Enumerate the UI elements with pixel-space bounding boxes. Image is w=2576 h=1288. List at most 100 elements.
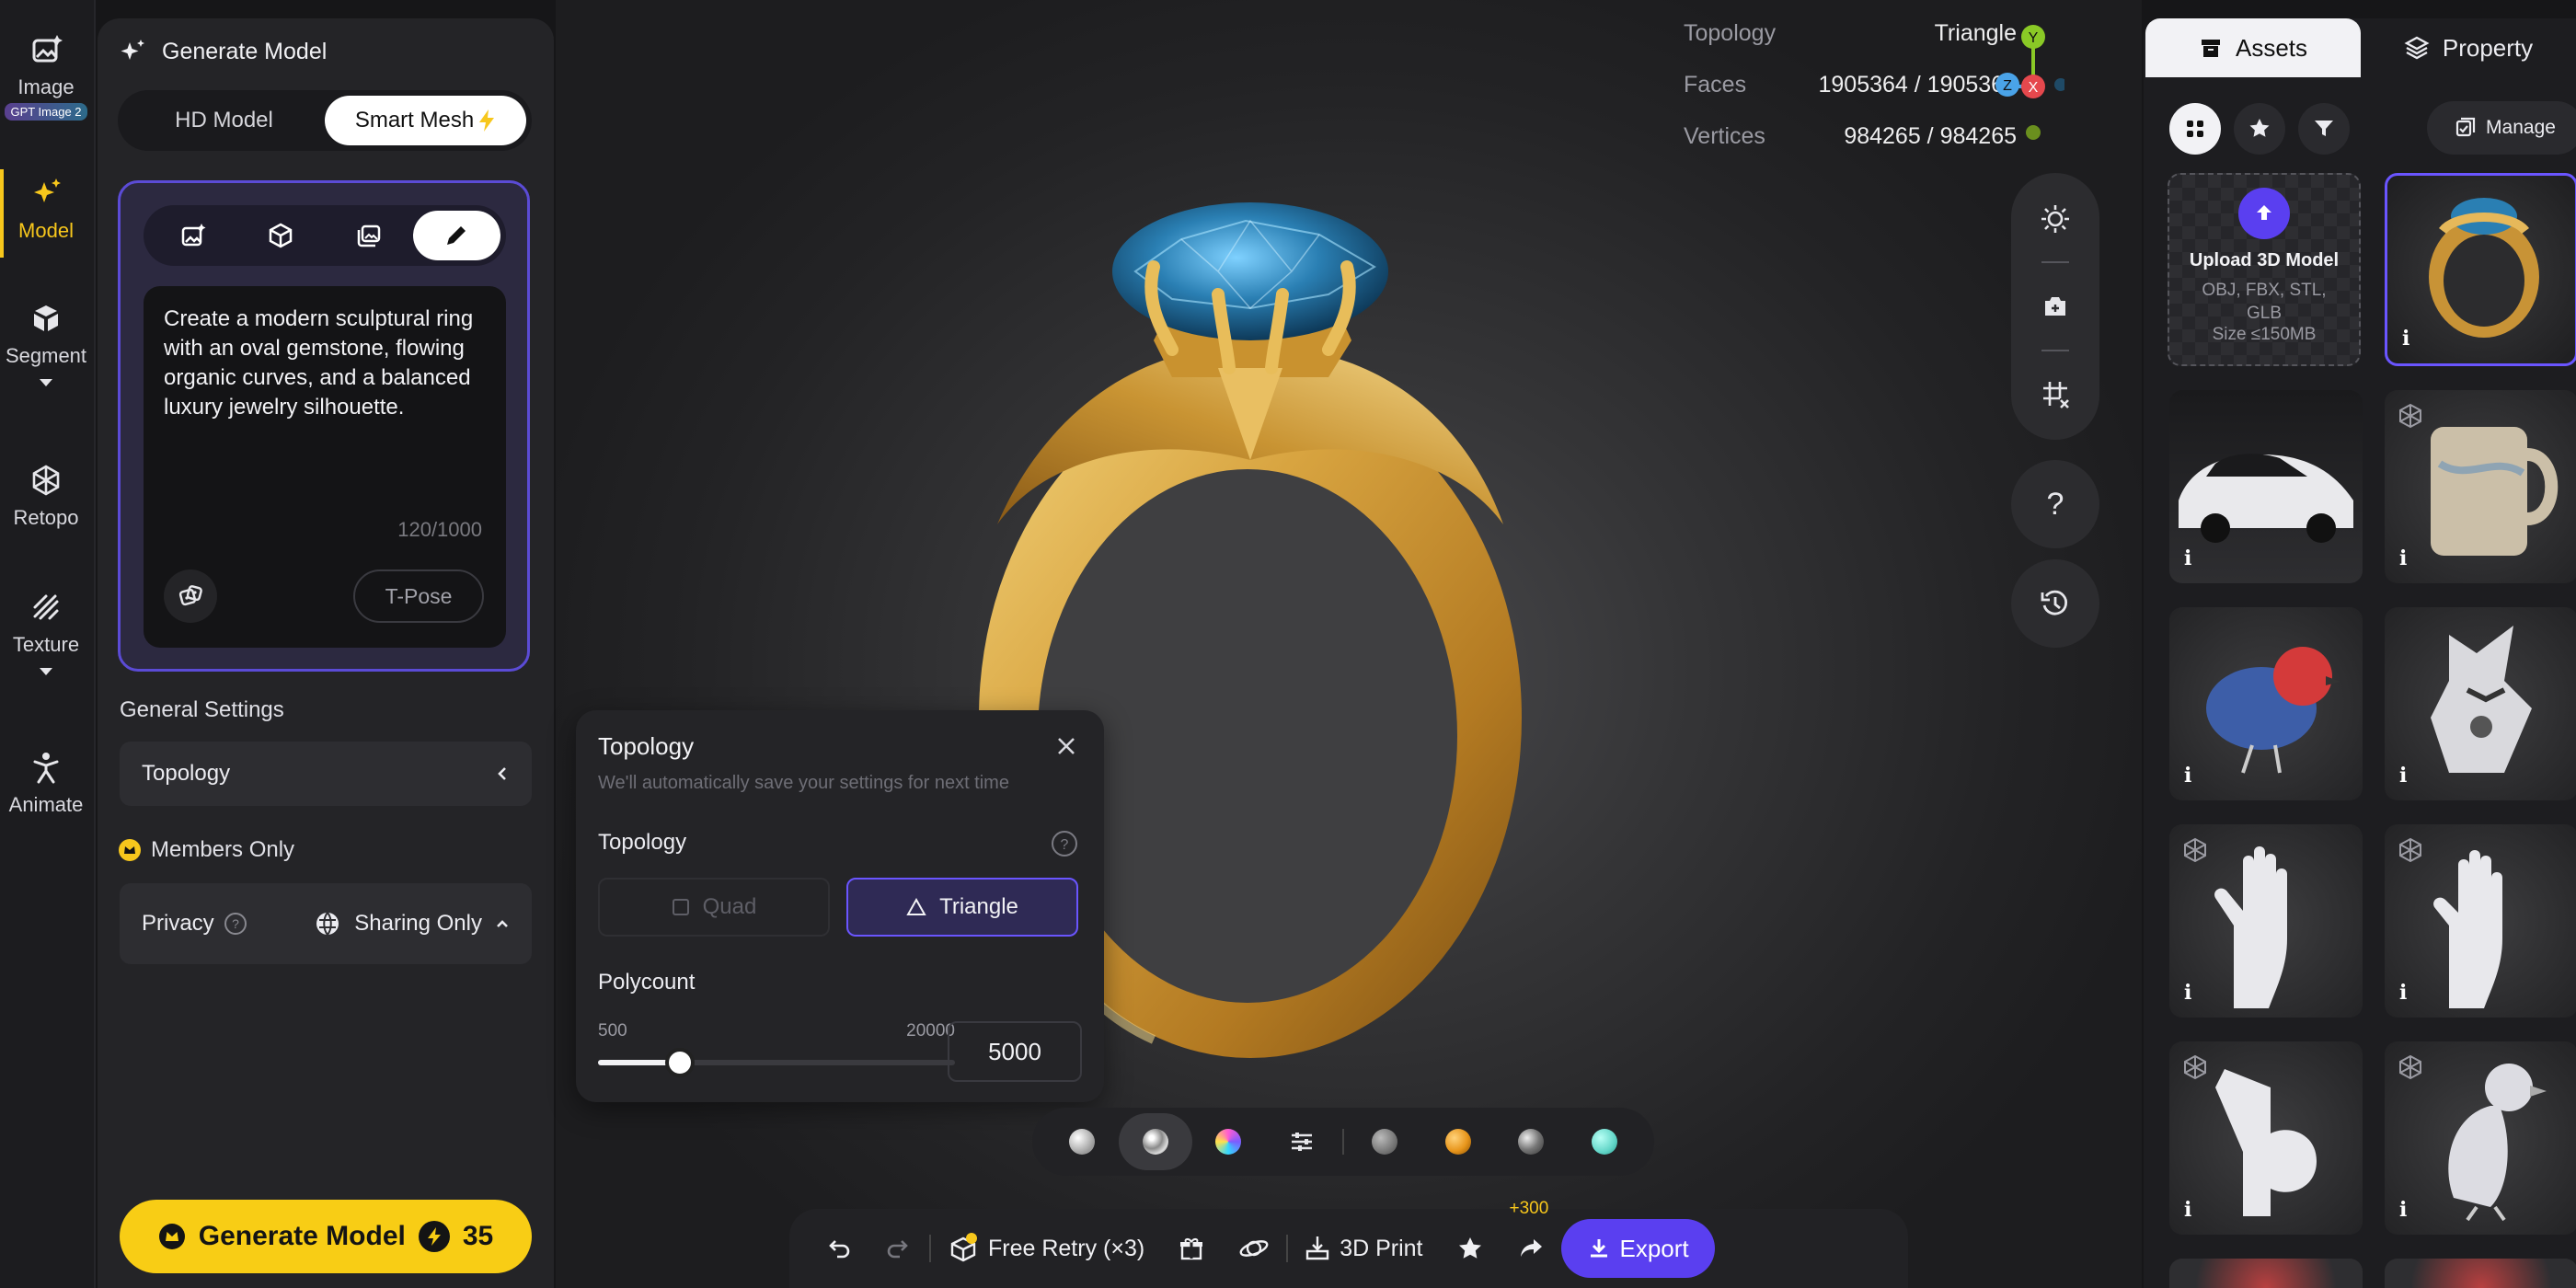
info-icon[interactable]: i <box>2399 546 2407 570</box>
gift-button[interactable] <box>1161 1219 1222 1278</box>
prompt-text[interactable]: Create a modern sculptural ring with an … <box>164 305 486 422</box>
close-icon[interactable] <box>1054 734 1078 758</box>
help-icon[interactable]: ? <box>1051 830 1078 857</box>
triangle-option[interactable]: Triangle <box>846 878 1078 937</box>
mesh-icon <box>2184 837 2206 863</box>
lighting-icon[interactable] <box>2040 203 2071 235</box>
mesh-icon <box>2399 837 2421 863</box>
info-icon[interactable]: i <box>2402 327 2409 351</box>
asset-tile[interactable]: i <box>2385 824 2576 1018</box>
polycount-slider-knob[interactable] <box>665 1048 696 1077</box>
material-clay-button[interactable] <box>1045 1113 1119 1170</box>
filter-button[interactable] <box>2298 103 2350 155</box>
image-input-button[interactable] <box>149 211 237 260</box>
action-toolbar: Free Retry (×3) 3D Print +300 Export <box>789 1199 1908 1288</box>
popup-subtitle: We'll automatically save your settings f… <box>598 773 1009 793</box>
3d-print-button[interactable]: 3D Print <box>1288 1219 1439 1278</box>
info-icon[interactable]: i <box>2184 1198 2191 1222</box>
grid-icon[interactable] <box>2040 378 2071 409</box>
camera-icon[interactable] <box>2040 291 2071 322</box>
help-button[interactable]: ? <box>2011 460 2099 548</box>
info-icon[interactable]: i <box>2399 981 2407 1005</box>
share-button[interactable]: +300 <box>1501 1199 1561 1278</box>
hd-model-tab[interactable]: HD Model <box>123 96 325 145</box>
gpt-image-badge: GPT Image 2 <box>5 103 87 121</box>
asset-tile[interactable]: i <box>2385 607 2576 800</box>
cube-icon <box>270 223 293 248</box>
upload-icon <box>2238 188 2290 239</box>
asset-tile[interactable]: i <box>2385 173 2576 366</box>
history-icon <box>2041 590 2068 615</box>
star-icon <box>1458 1237 1481 1259</box>
info-icon[interactable]: i <box>2184 764 2191 788</box>
t-pose-button[interactable]: T-Pose <box>353 569 484 623</box>
orbit-icon <box>1239 1240 1269 1257</box>
polycount-slider-track[interactable] <box>598 1048 955 1077</box>
text-input-button[interactable] <box>412 211 500 260</box>
info-icon[interactable]: i <box>2184 981 2191 1005</box>
image-sparkle-icon <box>32 35 63 63</box>
polycount-input[interactable]: 5000 <box>948 1021 1082 1082</box>
material-normal-button[interactable] <box>1192 1113 1266 1170</box>
multi-image-button[interactable] <box>325 211 413 260</box>
chevron-down-icon[interactable] <box>38 377 54 388</box>
tab-property[interactable]: Property <box>2361 18 2576 77</box>
export-button[interactable]: Export <box>1560 1219 1715 1278</box>
generate-model-button[interactable]: Generate Model 35 <box>120 1200 532 1273</box>
rail-item-segment[interactable]: Segment <box>0 300 92 388</box>
rail-item-retopo[interactable]: Retopo <box>0 462 92 530</box>
help-icon[interactable]: ? <box>224 912 247 936</box>
preset-orange-button[interactable] <box>1421 1113 1495 1170</box>
history-button[interactable] <box>2011 559 2099 648</box>
privacy-select[interactable]: Sharing Only <box>314 910 510 937</box>
axis-y-label: Y <box>2029 30 2039 46</box>
topology-row[interactable]: Topology <box>120 742 532 806</box>
axis-gizmo[interactable]: Y Z X <box>1991 20 2064 140</box>
chevron-down-icon[interactable] <box>38 666 54 677</box>
free-retry-button[interactable]: Free Retry (×3) <box>931 1219 1161 1278</box>
rail-item-image[interactable]: Image GPT Image 2 <box>0 31 92 121</box>
asset-tile[interactable]: i <box>2385 1041 2576 1235</box>
sliders-icon <box>1292 1133 1313 1151</box>
model-input-button[interactable] <box>237 211 326 260</box>
asset-tile[interactable]: i <box>2169 1041 2363 1235</box>
random-prompt-button[interactable] <box>164 569 217 623</box>
asset-tile[interactable]: i <box>2169 607 2363 800</box>
preset-gray-button[interactable] <box>1348 1113 1421 1170</box>
orbit-button[interactable] <box>1222 1219 1286 1278</box>
favorites-filter-button[interactable] <box>2234 103 2285 155</box>
asset-tile[interactable]: i <box>2385 390 2576 583</box>
generate-cost: 35 <box>462 1221 494 1251</box>
redo-button[interactable] <box>868 1219 929 1278</box>
asset-tile[interactable]: i <box>2169 390 2363 583</box>
favorite-button[interactable] <box>1440 1219 1501 1278</box>
asset-tile[interactable] <box>2385 1259 2576 1288</box>
quad-option[interactable]: Quad <box>598 878 830 937</box>
preset-teal-button[interactable] <box>1568 1113 1641 1170</box>
smart-mesh-tab[interactable]: Smart Mesh <box>325 96 526 145</box>
info-icon[interactable]: i <box>2399 764 2407 788</box>
mode-switch: HD Model Smart Mesh <box>118 90 532 151</box>
manage-button[interactable]: Manage <box>2427 101 2576 155</box>
robot-thumbnail <box>2431 626 2532 773</box>
all-filter-button[interactable] <box>2169 103 2221 155</box>
tab-assets[interactable]: Assets <box>2145 18 2361 77</box>
prompt-textarea[interactable]: Create a modern sculptural ring with an … <box>144 286 506 648</box>
preset-metal-button[interactable] <box>1495 1113 1569 1170</box>
upload-title: Upload 3D Model <box>2189 250 2340 270</box>
adjust-button[interactable] <box>1265 1113 1339 1170</box>
rail-item-animate[interactable]: Animate <box>0 749 92 817</box>
undo-button[interactable] <box>808 1219 868 1278</box>
asset-tile[interactable] <box>2169 1259 2363 1288</box>
upload-3d-model-tile[interactable]: Upload 3D Model OBJ, FBX, STL, GLB Size … <box>2168 173 2361 366</box>
material-pbr-button[interactable] <box>1118 1113 1192 1170</box>
polycount-min: 500 <box>598 1021 627 1041</box>
axis-x-label: X <box>2029 80 2039 96</box>
info-icon[interactable]: i <box>2399 1198 2407 1222</box>
rail-item-texture[interactable]: Texture <box>0 589 92 677</box>
asset-tile[interactable]: i <box>2169 824 2363 1018</box>
rail-item-model[interactable]: Model <box>0 175 92 243</box>
topology-label: Topology <box>598 830 687 855</box>
info-icon[interactable]: i <box>2184 546 2191 570</box>
layers-icon <box>2404 36 2430 60</box>
